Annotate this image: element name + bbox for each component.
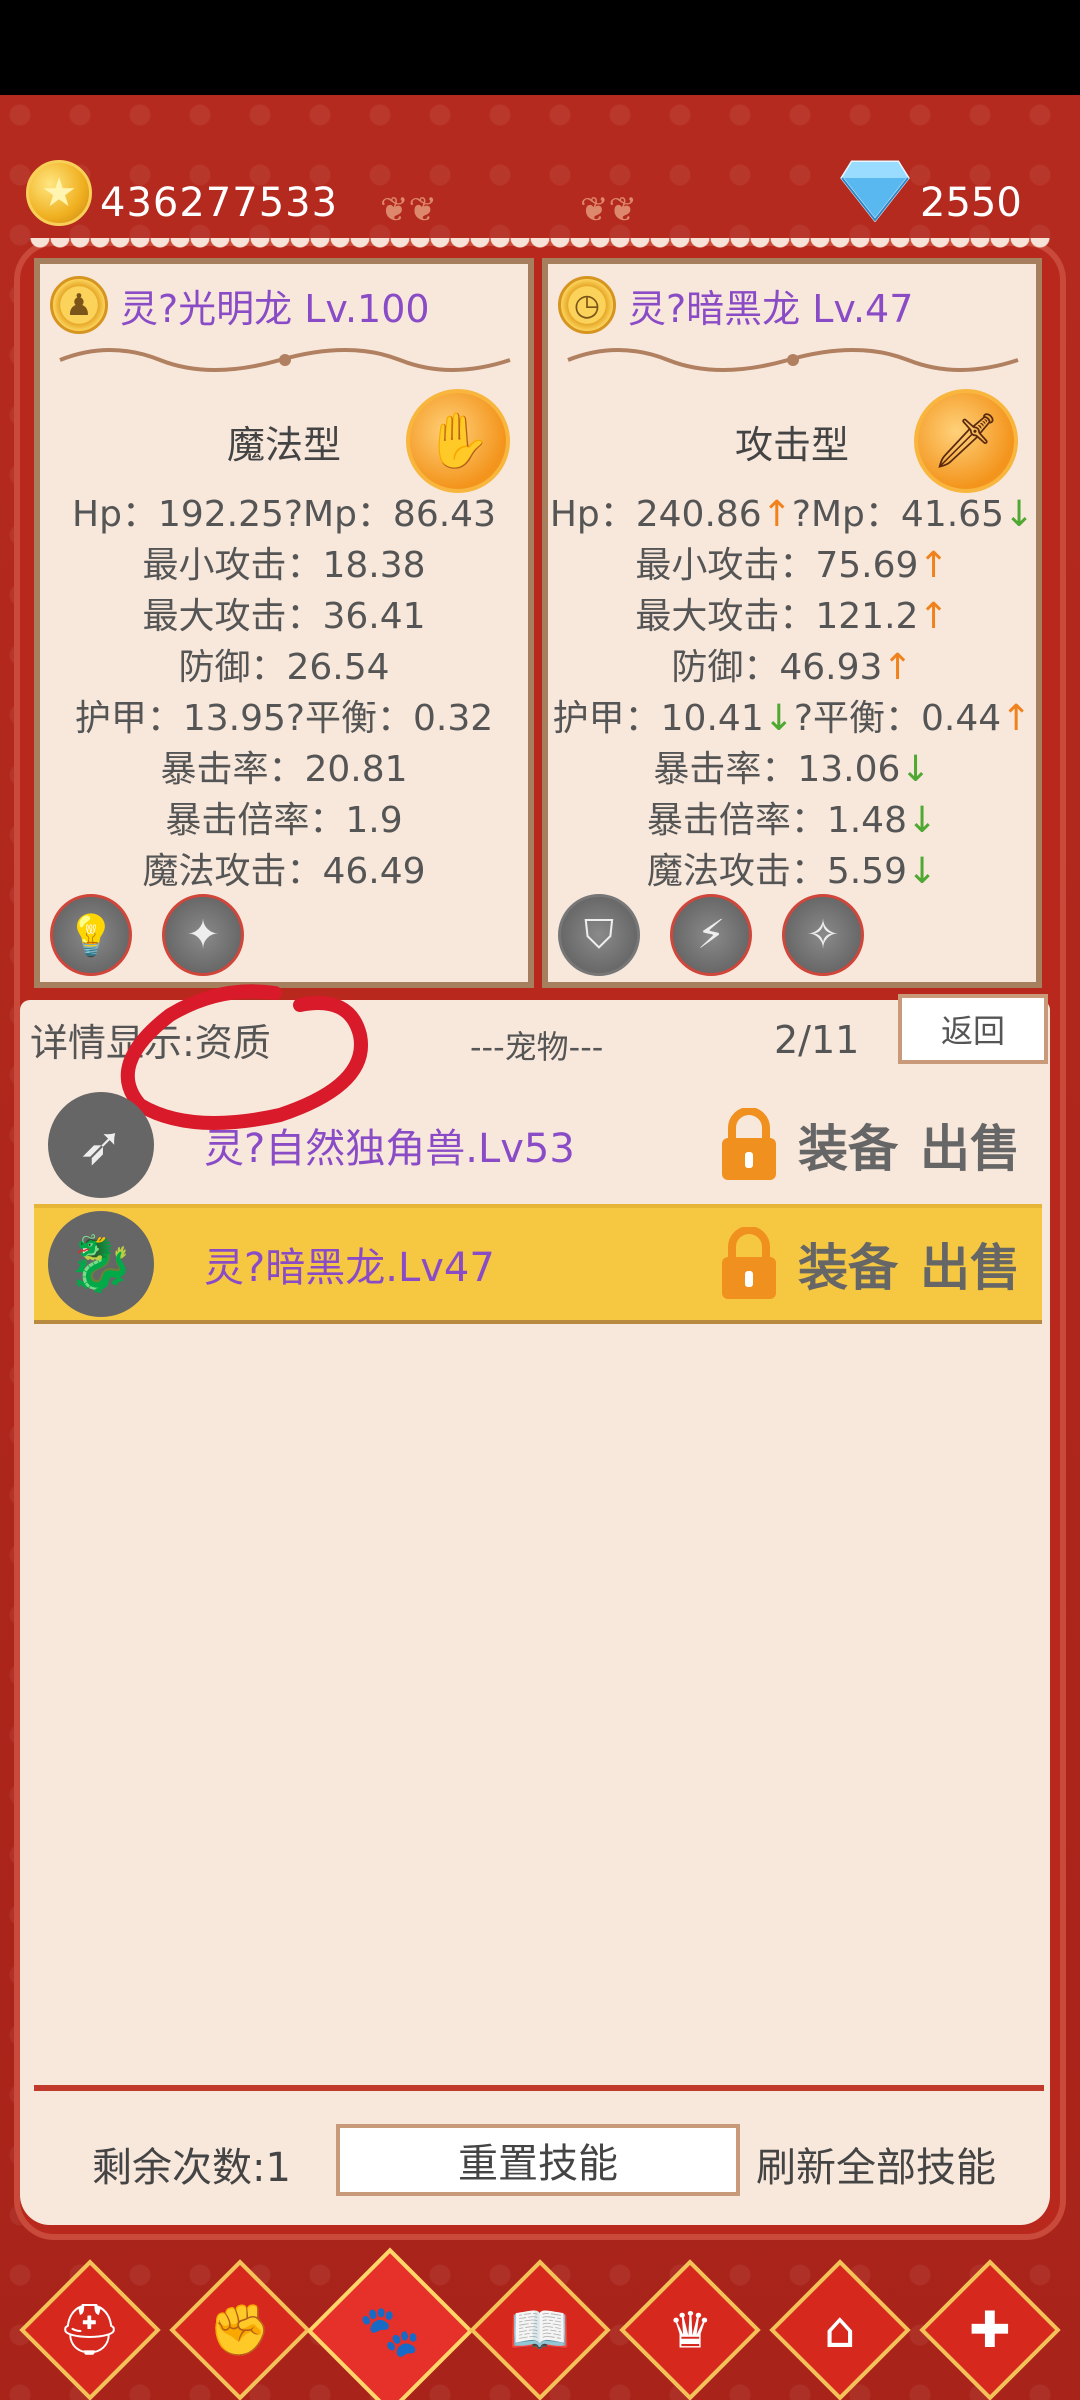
bottom-nav: ⛑ ✊ 🐾 📖 ♛ ⌂ ✚ [0, 2247, 1080, 2400]
down-arrow-icon: ↓ [900, 749, 931, 790]
diamond-icon [840, 160, 910, 222]
stat-text: 护甲：10.41 [552, 698, 764, 739]
stat-armor-balance: 护甲：13.95?平衡：0.32 [74, 698, 494, 739]
pet-badge-icon: ♟ [50, 276, 108, 334]
stat-text: 最小攻击：75.69 [635, 545, 919, 586]
list-item-selected[interactable]: 🐉 灵?暗黑龙.Lv47 装备 出售 [34, 1204, 1042, 1324]
pet-title: 灵?光明龙 Lv.100 [120, 286, 430, 331]
stat-defense: 防御：46.93↑ [548, 642, 1036, 693]
divider [34, 2085, 1044, 2091]
stat-text: ?Mp：41.65 [791, 494, 1004, 535]
refresh-all-skills-button[interactable]: 刷新全部技能 [756, 2135, 996, 2193]
gold-amount: 436277533 [100, 180, 339, 226]
dragon-avatar-icon: 🐉 [48, 1211, 154, 1317]
unicorn-avatar-icon: ➶ [48, 1092, 154, 1198]
section-title: ---宠物--- [470, 1028, 604, 1066]
up-arrow-icon: ↑ [1001, 698, 1032, 739]
crown-icon[interactable]: ♛ [619, 2259, 761, 2400]
sword-icon: 🗡 [914, 389, 1018, 493]
shield-skill-icon[interactable]: ⛉ [558, 894, 640, 976]
stat-defense: 防御：26.54 [178, 647, 390, 688]
money-house-icon[interactable]: ⌂ [769, 2259, 911, 2400]
stat-armor-balance: 护甲：10.41↓?平衡：0.44↑ [548, 693, 1036, 744]
stat-magic-attack: 魔法攻击：46.49 [142, 851, 426, 892]
up-arrow-icon: ↑ [761, 494, 792, 535]
lightbulb-skill-icon[interactable]: 💡 [50, 894, 132, 976]
paw-icon[interactable]: 🐾 [306, 2247, 474, 2400]
stat-text: ?平衡：0.44 [793, 698, 1002, 739]
ornament-icon: ❦❦ [380, 190, 437, 230]
stat-min-attack: 最小攻击：75.69↑ [548, 540, 1036, 591]
back-button[interactable]: 返回 [898, 994, 1048, 1064]
stat-crit-multiplier: 暴击倍率：1.48↓ [548, 795, 1036, 846]
fist-icon[interactable]: ✊ [169, 2259, 311, 2400]
stat-magic-attack: 魔法攻击：5.59↓ [548, 846, 1036, 897]
gem-amount: 2550 [920, 180, 1022, 226]
stats-list: Hp：240.86↑?Mp：41.65↓ 最小攻击：75.69↑ 最大攻击：121.… [548, 489, 1036, 897]
reset-skills-button[interactable]: 重置技能 [336, 2124, 740, 2196]
sell-button[interactable]: 出售 [920, 1228, 1020, 1300]
stat-hp-mp: Hp：192.25?Mp：86.43 [72, 494, 496, 535]
ornament-icon: ❦❦ [580, 190, 637, 230]
right-pet-card: ◷ 灵?暗黑龙 Lv.47 攻击型 🗡 Hp：240.86↑?Mp：41.65↓… [542, 258, 1042, 988]
down-arrow-icon: ↓ [763, 698, 794, 739]
list-item[interactable]: ➶ 灵?自然独角兽.Lv53 装备 出售 [34, 1085, 1042, 1205]
pet-name: 灵?暗黑龙.Lv47 [204, 1245, 495, 1291]
stat-text: Hp：240.86 [549, 494, 762, 535]
up-arrow-icon: ↑ [918, 545, 949, 586]
up-arrow-icon: ↑ [882, 647, 913, 688]
knight-helmet-icon[interactable]: ⛑ [19, 2259, 161, 2400]
left-pet-card: ♟ 灵?光明龙 Lv.100 魔法型 ✋ Hp：192.25?Mp：86.43 … [34, 258, 534, 988]
stat-text: 暴击倍率：1.48 [646, 800, 907, 841]
plus-icon[interactable]: ✚ [919, 2259, 1061, 2400]
scratch-skill-icon[interactable]: ✧ [782, 894, 864, 976]
slash-skill-icon[interactable]: ⚡ [670, 894, 752, 976]
book-icon[interactable]: 📖 [469, 2259, 611, 2400]
claw-skill-icon[interactable]: ✦ [162, 894, 244, 976]
stat-min-attack: 最小攻击：18.38 [142, 545, 426, 586]
stat-text: 魔法攻击：5.59 [646, 851, 907, 892]
lock-icon[interactable] [720, 1227, 778, 1301]
stat-hp-mp: Hp：240.86↑?Mp：41.65↓ [548, 489, 1036, 540]
stat-crit-rate: 暴击率：20.81 [160, 749, 408, 790]
sell-button[interactable]: 出售 [920, 1109, 1020, 1181]
down-arrow-icon: ↓ [1003, 494, 1035, 535]
stat-max-attack: 最大攻击：121.2↑ [548, 591, 1036, 642]
stats-list: Hp：192.25?Mp：86.43 最小攻击：18.38 最大攻击：36.41… [40, 489, 528, 897]
stat-text: 暴击率：13.06 [653, 749, 901, 790]
equip-button[interactable]: 装备 [798, 1109, 898, 1181]
down-arrow-icon: ↓ [907, 800, 938, 841]
stat-crit-rate: 暴击率：13.06↓ [548, 744, 1036, 795]
pet-title: 灵?暗黑龙 Lv.47 [628, 286, 914, 331]
stat-text: 最大攻击：121.2 [635, 596, 919, 637]
stat-crit-multiplier: 暴击倍率：1.9 [165, 800, 403, 841]
star-coin-icon: ★ [26, 160, 92, 226]
stat-max-attack: 最大攻击：36.41 [142, 596, 426, 637]
status-bar [0, 0, 1080, 95]
up-arrow-icon: ↑ [918, 596, 949, 637]
swirl-divider [567, 348, 1019, 372]
remaining-count: 剩余次数:1 [92, 2145, 291, 2191]
magic-hand-icon: ✋ [406, 389, 510, 493]
equip-button[interactable]: 装备 [798, 1228, 898, 1300]
down-arrow-icon: ↓ [907, 851, 938, 892]
swirl-divider [59, 348, 511, 372]
pet-name: 灵?自然独角兽.Lv53 [204, 1126, 575, 1172]
stat-text: 防御：46.93 [671, 647, 883, 688]
page-indicator: 2/11 [774, 1018, 860, 1062]
lock-icon[interactable] [720, 1108, 778, 1182]
pet-badge-icon: ◷ [558, 276, 616, 334]
panel-scallop-border [30, 238, 1050, 258]
